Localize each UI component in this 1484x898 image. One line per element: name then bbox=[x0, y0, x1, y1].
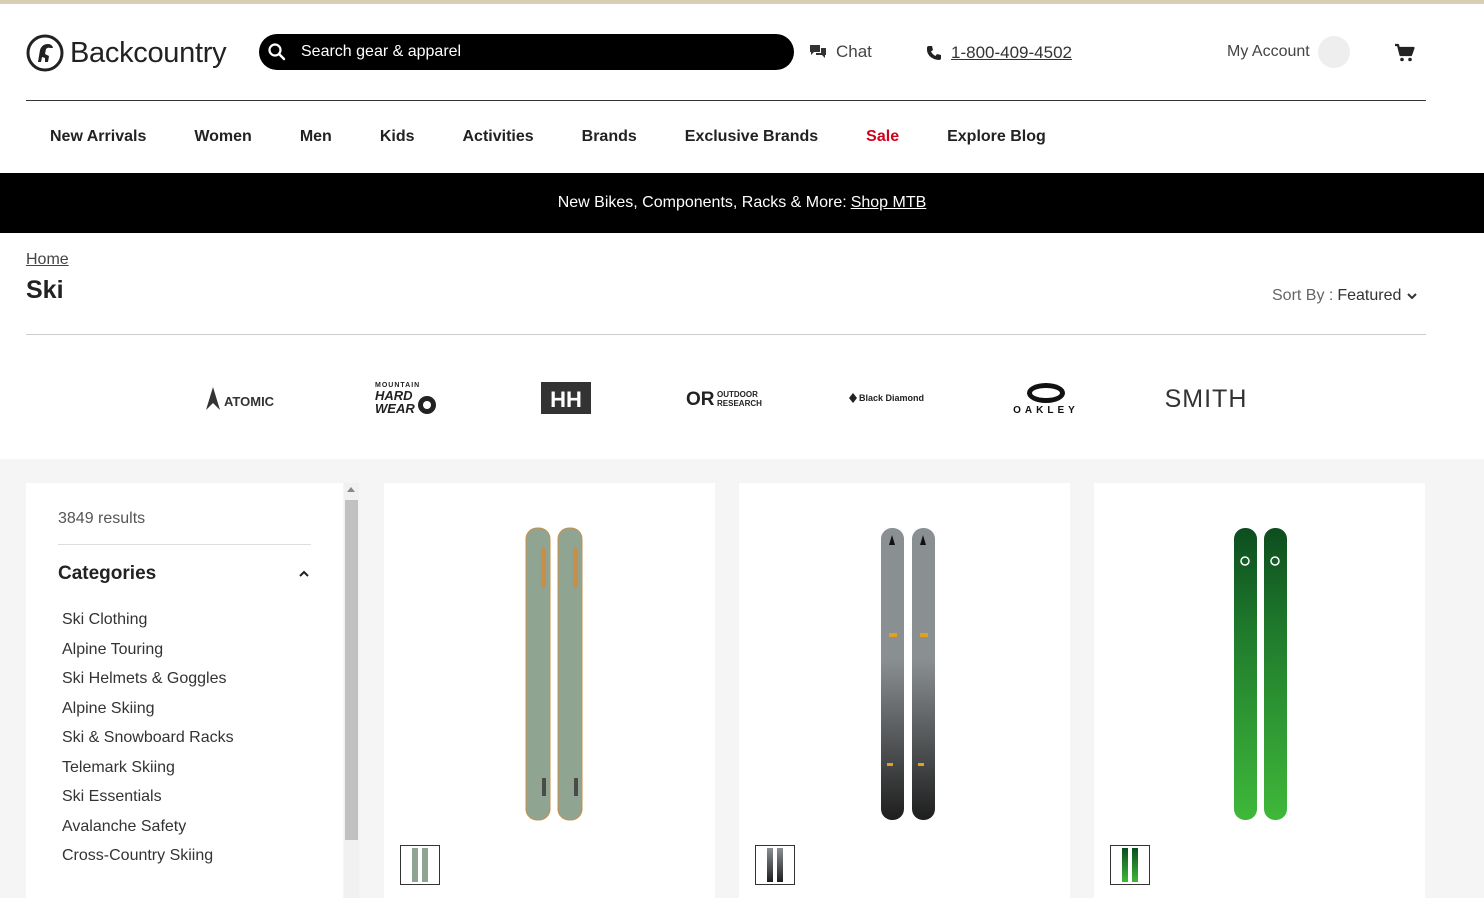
sort-value: Featured bbox=[1337, 287, 1402, 304]
ski-pair-image bbox=[525, 527, 582, 821]
category-telemark-skiing[interactable]: Telemark Skiing bbox=[62, 759, 234, 789]
chevron-up-icon[interactable] bbox=[297, 569, 311, 579]
my-account[interactable]: My Account bbox=[1227, 36, 1350, 68]
category-avalanche-safety[interactable]: Avalanche Safety bbox=[62, 818, 234, 848]
phone-icon bbox=[926, 46, 941, 60]
chat-icon bbox=[810, 45, 826, 58]
brand-oakley[interactable]: OAKLEY bbox=[966, 360, 1126, 436]
search-bar[interactable] bbox=[259, 34, 794, 70]
product-image[interactable] bbox=[384, 523, 715, 833]
color-swatch[interactable] bbox=[755, 845, 795, 885]
search-input[interactable] bbox=[301, 43, 761, 61]
color-swatch[interactable] bbox=[1110, 845, 1150, 885]
ski-pair-image bbox=[1233, 528, 1287, 820]
nav-kids[interactable]: Kids bbox=[356, 128, 439, 146]
logo-text: Backcountry bbox=[70, 36, 227, 69]
svg-text:Black Diamond: Black Diamond bbox=[859, 393, 924, 403]
swatch-ski bbox=[777, 848, 783, 882]
svg-text:SMITH: SMITH bbox=[1165, 385, 1248, 413]
promo-banner: New Bikes, Components, Racks & More: Sho… bbox=[0, 173, 1484, 233]
nav-sale[interactable]: Sale bbox=[842, 128, 923, 146]
sidebar-divider bbox=[58, 544, 311, 545]
outdoor-research-logo: OR OUTDOOR RESEARCH bbox=[686, 389, 762, 410]
page-title: Ski bbox=[26, 276, 64, 304]
account-label: My Account bbox=[1227, 43, 1310, 60]
breadcrumb-home[interactable]: Home bbox=[26, 251, 69, 269]
svg-text:OR: OR bbox=[686, 389, 715, 410]
nav-exclusive-brands[interactable]: Exclusive Brands bbox=[661, 128, 842, 146]
avatar bbox=[1317, 36, 1350, 68]
site-header: Backcountry Chat 1-800-409-4502 My Accou… bbox=[0, 4, 1484, 100]
brand-logo-strip: ATOMIC MOUNTAIN HARD WEAR HH OR OUTDOOR … bbox=[166, 360, 1286, 436]
nav-new-arrivals[interactable]: New Arrivals bbox=[26, 128, 170, 146]
logo[interactable]: Backcountry bbox=[26, 34, 227, 72]
filter-sidebar: 3849 results Categories Ski Clothing Alp… bbox=[26, 483, 343, 898]
brand-smith[interactable]: SMITH bbox=[1126, 360, 1286, 436]
scroll-up-arrow-icon[interactable] bbox=[347, 487, 355, 492]
category-ski-snowboard-racks[interactable]: Ski & Snowboard Racks bbox=[62, 729, 234, 759]
chevron-down-icon bbox=[1407, 293, 1418, 300]
svg-text:ATOMIC: ATOMIC bbox=[224, 394, 275, 409]
phone-contact[interactable]: 1-800-409-4502 bbox=[926, 43, 1072, 63]
brand-atomic[interactable]: ATOMIC bbox=[166, 360, 326, 436]
swatch-ski bbox=[1132, 848, 1138, 882]
category-ski-helmets-goggles[interactable]: Ski Helmets & Goggles bbox=[62, 670, 234, 700]
sort-dropdown[interactable]: Sort By : Featured bbox=[1272, 287, 1419, 305]
color-swatch[interactable] bbox=[400, 845, 440, 885]
black-diamond-logo: Black Diamond bbox=[849, 393, 924, 403]
goat-logo-icon bbox=[26, 34, 64, 72]
swatch-ski bbox=[1122, 848, 1128, 882]
svg-text:WEAR: WEAR bbox=[375, 401, 415, 416]
svg-text:RESEARCH: RESEARCH bbox=[717, 399, 762, 408]
search-icon[interactable] bbox=[267, 42, 287, 62]
category-list: Ski Clothing Alpine Touring Ski Helmets … bbox=[62, 611, 234, 877]
swatch-ski bbox=[412, 848, 418, 882]
category-cross-country-skiing[interactable]: Cross-Country Skiing bbox=[62, 847, 234, 877]
product-card[interactable] bbox=[1094, 483, 1425, 898]
nav-explore-blog[interactable]: Explore Blog bbox=[923, 128, 1070, 146]
nav-activities[interactable]: Activities bbox=[439, 128, 558, 146]
nav-women[interactable]: Women bbox=[170, 128, 275, 146]
nav-brands[interactable]: Brands bbox=[558, 128, 661, 146]
swatch-ski bbox=[767, 848, 773, 882]
svg-text:OAKLEY: OAKLEY bbox=[1013, 405, 1079, 416]
product-card[interactable] bbox=[739, 483, 1070, 898]
chat-label: Chat bbox=[836, 42, 872, 61]
category-ski-clothing[interactable]: Ski Clothing bbox=[62, 611, 234, 641]
chat-button[interactable]: Chat bbox=[809, 42, 872, 62]
nav-men[interactable]: Men bbox=[276, 128, 356, 146]
mountain-hardwear-logo: MOUNTAIN HARD WEAR bbox=[375, 382, 436, 416]
sort-label: Sort By : bbox=[1272, 287, 1334, 304]
cart-icon[interactable] bbox=[1394, 43, 1416, 63]
ski-pair-image bbox=[880, 528, 935, 820]
results-count: 3849 results bbox=[58, 510, 146, 527]
atomic-logo: ATOMIC bbox=[206, 387, 275, 410]
smith-logo: SMITH bbox=[1165, 385, 1248, 413]
phone-link[interactable]: 1-800-409-4502 bbox=[951, 43, 1072, 63]
brand-helly-hansen[interactable]: HH bbox=[486, 360, 646, 436]
categories-title: Categories bbox=[58, 563, 157, 584]
swatch-ski bbox=[422, 848, 428, 882]
category-alpine-skiing[interactable]: Alpine Skiing bbox=[62, 700, 234, 730]
promo-text: New Bikes, Components, Racks & More: bbox=[557, 194, 847, 211]
brand-outdoor-research[interactable]: OR OUTDOOR RESEARCH bbox=[646, 360, 806, 436]
brand-mountain-hardwear[interactable]: MOUNTAIN HARD WEAR bbox=[326, 360, 486, 436]
category-alpine-touring[interactable]: Alpine Touring bbox=[62, 641, 234, 671]
helly-hansen-logo: HH bbox=[541, 382, 591, 414]
product-image[interactable] bbox=[739, 523, 1070, 833]
categories-header[interactable]: Categories bbox=[58, 563, 311, 585]
brand-black-diamond[interactable]: Black Diamond bbox=[806, 360, 966, 436]
promo-link[interactable]: Shop MTB bbox=[851, 194, 927, 212]
category-ski-essentials[interactable]: Ski Essentials bbox=[62, 788, 234, 818]
product-card[interactable] bbox=[384, 483, 715, 898]
svg-text:HH: HH bbox=[550, 387, 582, 412]
product-image[interactable] bbox=[1094, 523, 1425, 833]
scrollbar-thumb[interactable] bbox=[345, 500, 358, 840]
oakley-logo: OAKLEY bbox=[1013, 383, 1079, 416]
main-nav: New Arrivals Women Men Kids Activities B… bbox=[26, 101, 1070, 173]
svg-text:OUTDOOR: OUTDOOR bbox=[717, 390, 758, 399]
title-divider bbox=[26, 334, 1426, 335]
